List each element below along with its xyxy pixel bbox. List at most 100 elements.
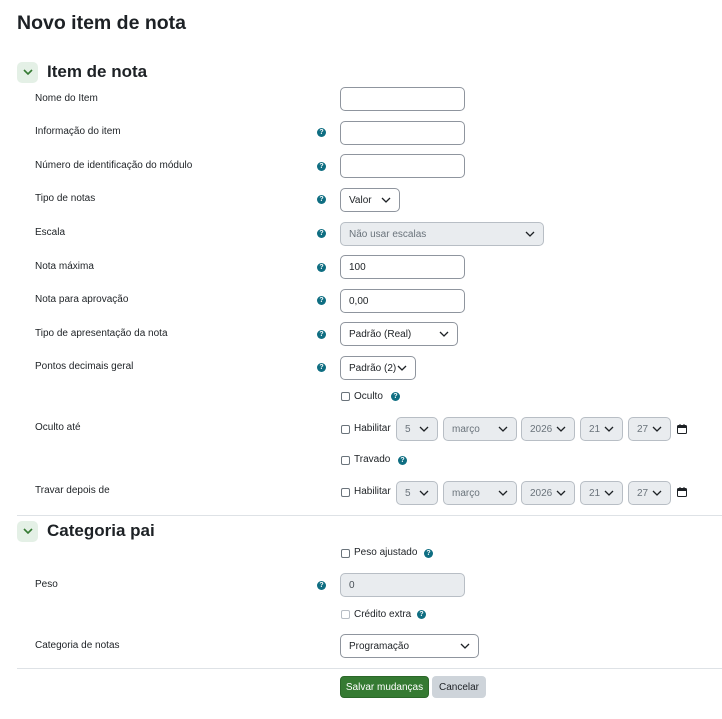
weight-adjusted-checkbox[interactable] [341,549,350,558]
hidden-until-day-value: 5 [405,423,411,435]
max-grade-input[interactable] [340,255,465,279]
hidden-until-year-value: 2026 [530,423,553,435]
display-type-label: Tipo de apresentação da nota [35,328,168,339]
display-type-select[interactable]: Padrão (Real) [340,322,458,346]
help-icon[interactable]: ? [391,392,400,401]
lock-after-minute-select[interactable]: 27 [628,481,671,505]
calendar-icon[interactable] [677,424,687,434]
section-divider [17,515,722,516]
hidden-until-label: Oculto até [35,422,81,433]
grade-category-select[interactable]: Programação [340,634,479,658]
collapse-toggle-category[interactable] [17,520,38,542]
decimals-value: Padrão (2) [349,362,397,374]
weight-adjusted-label: Peso ajustado [354,547,418,558]
chevron-down-icon [525,231,535,237]
help-icon[interactable]: ? [317,330,326,339]
section-header-item[interactable]: Item de nota [17,60,147,84]
cancel-button[interactable]: Cancelar [432,676,486,698]
help-icon[interactable]: ? [317,162,326,171]
locked-checkbox[interactable] [341,456,350,465]
hidden-until-enable-label: Habilitar [354,423,391,434]
hidden-until-month-select[interactable]: março [443,417,517,441]
chevron-down-icon [381,197,391,203]
help-icon[interactable]: ? [317,296,326,305]
chevron-down-icon [419,426,429,432]
chevron-down-icon [460,643,470,649]
form-footer-divider [17,668,722,669]
pass-grade-input[interactable] [340,289,465,313]
lock-after-label: Travar depois de [35,485,110,496]
chevron-down-icon [556,490,566,496]
section-title-item: Item de nota [47,62,148,81]
lock-after-year-value: 2026 [530,487,553,499]
lock-after-day-value: 5 [405,487,411,499]
scale-label: Escala [35,227,66,238]
module-id-label: Número de identificação do módulo [35,160,193,171]
hidden-until-minute-value: 27 [637,423,649,435]
grade-type-label: Tipo de notas [35,193,96,204]
chevron-down-icon [556,426,566,432]
chevron-down-icon [498,490,508,496]
hidden-until-minute-select[interactable]: 27 [628,417,671,441]
hidden-label: Oculto [354,391,383,402]
display-type-value: Padrão (Real) [349,328,412,340]
grade-type-select[interactable]: Valor [340,188,400,212]
save-button[interactable]: Salvar mudanças [340,676,429,698]
max-grade-label: Nota máxima [35,261,94,272]
lock-after-minute-value: 27 [637,487,649,499]
weight-input[interactable] [340,573,465,597]
scale-value: Não usar escalas [349,228,427,240]
chevron-down-icon [604,490,614,496]
hidden-checkbox[interactable] [341,392,350,401]
locked-label: Travado [354,454,391,465]
help-icon[interactable]: ? [317,581,326,590]
item-info-label: Informação do item [35,126,121,137]
item-name-input[interactable] [340,87,465,111]
help-icon[interactable]: ? [417,610,426,619]
hidden-until-day-select[interactable]: 5 [396,417,438,441]
chevron-down-icon [498,426,508,432]
decimals-label: Pontos decimais geral [35,361,134,372]
hidden-until-enable-checkbox[interactable] [341,425,350,434]
chevron-down-icon [22,69,33,75]
item-info-input[interactable] [340,121,465,145]
lock-after-hour-value: 21 [589,487,601,499]
help-icon[interactable]: ? [424,549,433,558]
chevron-down-icon [419,490,429,496]
lock-after-hour-select[interactable]: 21 [580,481,623,505]
extra-credit-checkbox[interactable] [341,610,350,619]
help-icon[interactable]: ? [317,263,326,272]
grade-category-label: Categoria de notas [35,640,120,651]
lock-after-year-select[interactable]: 2026 [521,481,575,505]
help-icon[interactable]: ? [317,363,326,372]
chevron-down-icon [22,528,33,534]
lock-after-month-value: março [452,487,480,499]
scale-select[interactable]: Não usar escalas [340,222,544,246]
calendar-icon[interactable] [677,487,687,497]
page-title: Novo item de nota [17,12,187,34]
hidden-until-hour-select[interactable]: 21 [580,417,623,441]
hidden-until-year-select[interactable]: 2026 [521,417,575,441]
pass-grade-label: Nota para aprovação [35,294,129,305]
lock-after-enable-label: Habilitar [354,486,391,497]
help-icon[interactable]: ? [317,128,326,137]
section-title-category: Categoria pai [47,521,155,540]
chevron-down-icon [604,426,614,432]
lock-after-month-select[interactable]: março [443,481,517,505]
section-header-category[interactable]: Categoria pai [17,519,155,543]
collapse-toggle-item[interactable] [17,61,38,83]
lock-after-enable-checkbox[interactable] [341,488,350,497]
help-icon[interactable]: ? [317,195,326,204]
chevron-down-icon [397,365,407,371]
help-icon[interactable]: ? [317,229,326,238]
grade-type-value: Valor [349,194,372,206]
lock-after-day-select[interactable]: 5 [396,481,438,505]
grade-category-value: Programação [349,640,410,652]
help-icon[interactable]: ? [398,456,407,465]
chevron-down-icon [652,426,662,432]
chevron-down-icon [439,331,449,337]
module-id-input[interactable] [340,154,465,178]
hidden-until-hour-value: 21 [589,423,601,435]
item-name-label: Nome do Item [35,93,98,104]
decimals-select[interactable]: Padrão (2) [340,356,416,380]
